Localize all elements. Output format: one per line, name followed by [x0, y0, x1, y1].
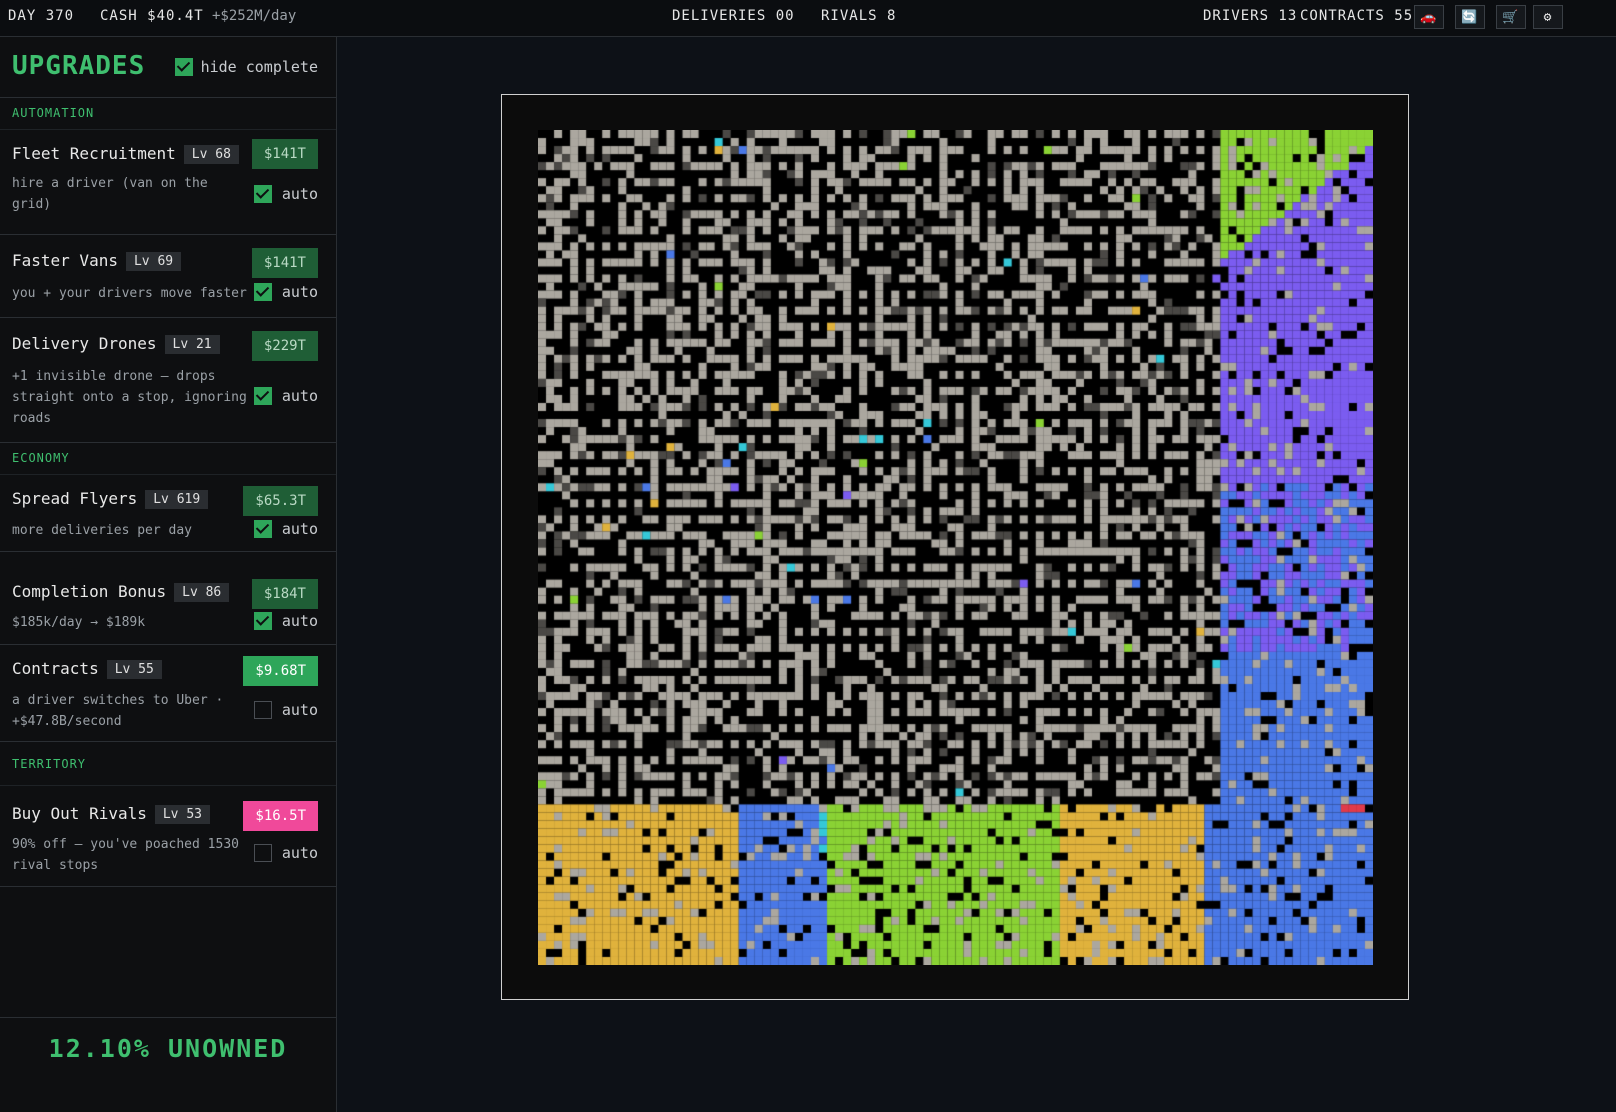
level-badge: Lv 68 [183, 145, 239, 164]
auto-label: auto [281, 283, 318, 301]
upgrade-name: Spread Flyers [12, 489, 138, 508]
level-badge: Lv 55 [106, 660, 162, 679]
section-territory: TERRITORY [0, 742, 336, 786]
swap-button[interactable]: 🔄 [1455, 5, 1485, 29]
swap-icon: 🔄 [1461, 10, 1479, 25]
upgrade-buy-out-rivals: Buy Out Rivals Lv 53 $16.5T 90% off — you… [0, 786, 336, 887]
auto-label: auto [281, 844, 318, 862]
upgrade-description: more deliveries per day [12, 523, 193, 538]
level-badge: Lv 69 [125, 252, 182, 271]
deliveries-counter: DELIVERIES 00 [672, 8, 795, 24]
auto-toggle-fleet-recruitment[interactable]: auto [253, 185, 318, 203]
unowned-percentage: 12.10% UNOWNED [0, 1017, 336, 1112]
unowned-label: 12.10% UNOWNED [48, 1034, 288, 1063]
auto-label: auto [281, 612, 318, 630]
upgrade-faster-vans: Faster Vans Lv 69 $141T you + your driver… [0, 235, 336, 318]
auto-toggle-spread-flyers[interactable]: auto [253, 520, 318, 538]
buy-completion-bonus-button[interactable]: $184T [251, 579, 318, 609]
gear-icon: ⚙ [1543, 10, 1553, 25]
upgrades-sidebar: UPGRADES hide complete AUTOMATION Fleet … [0, 37, 337, 1112]
auto-label: auto [281, 387, 318, 405]
upgrade-name: Contracts [12, 659, 99, 678]
day-counter: DAY 370 [8, 8, 75, 24]
auto-label: auto [281, 701, 318, 719]
cash-rate: +$252M/day [212, 8, 297, 24]
contracts-counter: CONTRACTS 55 [1300, 8, 1414, 24]
auto-checkbox[interactable] [253, 844, 272, 862]
car-button[interactable]: 🚗 [1414, 5, 1444, 29]
cart-button[interactable]: 🛒 [1496, 5, 1526, 29]
section-economy: ECONOMY [0, 443, 336, 475]
hide-complete-label: hide complete [200, 58, 318, 76]
buy-fleet-recruitment-button[interactable]: $141T [251, 139, 318, 169]
upgrade-completion-bonus: Completion Bonus Lv 86 $184T $185k/day → … [0, 552, 336, 645]
upgrade-contracts: Contracts Lv 55 $9.68T a driver switches … [0, 645, 336, 742]
auto-toggle-faster-vans[interactable]: auto [253, 283, 318, 301]
level-badge: Lv 86 [174, 583, 230, 602]
upgrade-description: hire a driver (van on the grid) [12, 176, 208, 212]
upgrade-description: a driver switches to Uber · +$47.8B/seco… [12, 693, 224, 729]
auto-label: auto [281, 185, 318, 203]
upgrade-description: 90% off — you've poached 1530 rival stop… [12, 837, 239, 873]
buy-spread-flyers-button[interactable]: $65.3T [243, 486, 318, 516]
level-badge: Lv 21 [164, 335, 220, 354]
city-grid-map[interactable] [538, 130, 1373, 965]
sidebar-header: UPGRADES hide complete [0, 37, 336, 98]
auto-toggle-contracts[interactable]: auto [253, 701, 318, 719]
upgrade-delivery-drones: Delivery Drones Lv 21 $229T +1 invisible … [0, 318, 336, 443]
cash-amount: CASH $40.4T [100, 8, 204, 24]
auto-toggle-delivery-drones[interactable]: auto [253, 387, 318, 405]
auto-checkbox[interactable] [253, 520, 272, 538]
upgrades-title: UPGRADES [12, 51, 146, 81]
city-map-frame [501, 94, 1409, 1000]
drivers-counter: DRIVERS 13 [1203, 8, 1298, 24]
hide-complete-toggle[interactable]: hide complete [174, 58, 318, 76]
car-icon: 🚗 [1420, 10, 1438, 25]
upgrade-name: Fleet Recruitment [12, 144, 176, 163]
auto-label: auto [281, 520, 318, 538]
hide-complete-checkbox[interactable] [174, 58, 193, 76]
buy-faster-vans-button[interactable]: $141T [251, 248, 318, 278]
auto-checkbox[interactable] [253, 612, 272, 630]
level-badge: Lv 53 [154, 805, 210, 824]
auto-checkbox[interactable] [253, 701, 272, 719]
cart-icon: 🛒 [1502, 10, 1520, 25]
buy-delivery-drones-button[interactable]: $229T [251, 331, 318, 361]
upgrade-name: Delivery Drones [12, 334, 157, 353]
section-automation: AUTOMATION [0, 98, 336, 130]
auto-checkbox[interactable] [253, 387, 272, 405]
auto-toggle-completion-bonus[interactable]: auto [253, 612, 318, 630]
upgrade-spread-flyers: Spread Flyers Lv 619 $65.3T more deliveri… [0, 475, 336, 552]
top-status-bar: DAY 370 CASH $40.4T +$252M/day DELIVERIE… [0, 0, 1616, 37]
auto-toggle-buy-out-rivals[interactable]: auto [253, 844, 318, 862]
settings-button[interactable]: ⚙ [1533, 5, 1563, 29]
level-badge: Lv 619 [145, 490, 209, 509]
upgrade-name: Faster Vans [12, 251, 118, 270]
upgrade-name: Completion Bonus [12, 582, 167, 601]
auto-checkbox[interactable] [253, 185, 272, 203]
upgrade-description: $185k/day → $189k [12, 615, 146, 630]
upgrade-description: you + your drivers move faster [12, 286, 247, 301]
upgrade-fleet-recruitment: Fleet Recruitment Lv 68 $141T hire a driv… [0, 130, 336, 235]
upgrade-name: Buy Out Rivals [12, 804, 147, 823]
rivals-counter: RIVALS 8 [821, 8, 897, 24]
buy-contracts-button[interactable]: $9.68T [243, 656, 318, 686]
buy-out-rivals-button[interactable]: $16.5T [243, 801, 318, 831]
auto-checkbox[interactable] [253, 283, 272, 301]
upgrade-description: +1 invisible drone — drops straight onto… [12, 369, 247, 426]
